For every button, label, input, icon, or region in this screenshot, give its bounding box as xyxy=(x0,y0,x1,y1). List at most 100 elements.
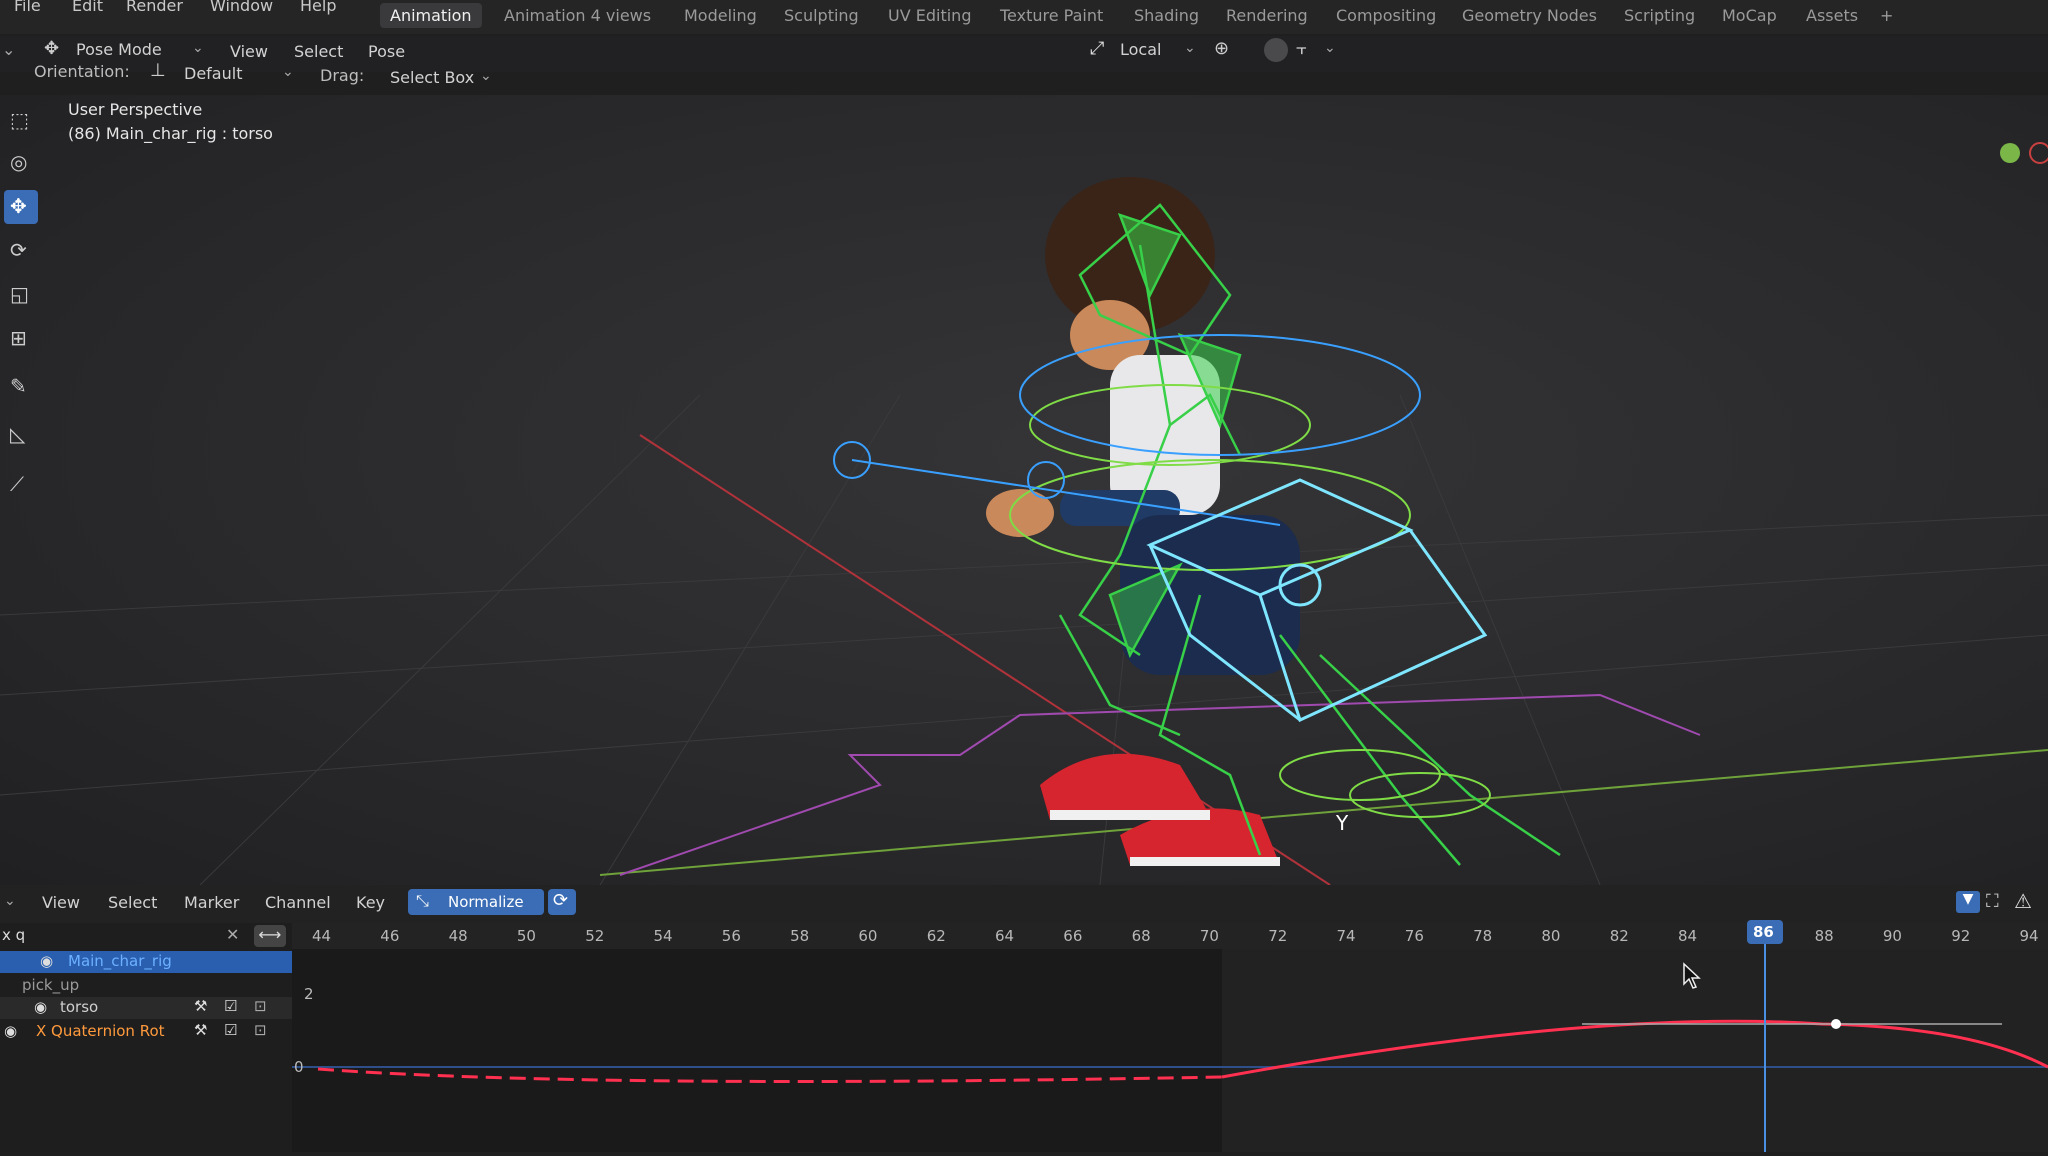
frame-tick-44: 44 xyxy=(312,927,332,945)
channel-row-main-char-rig[interactable]: ◉ Main_char_rig xyxy=(0,951,292,973)
transform-space-selector[interactable]: Local xyxy=(1120,40,1161,59)
snap-icon[interactable] xyxy=(1264,38,1288,62)
channel-row-pick-up[interactable]: pick_up xyxy=(0,975,292,997)
3d-viewport[interactable]: Y xyxy=(0,95,2048,885)
channel-label: pick_up xyxy=(22,976,80,994)
frame-tick-48: 48 xyxy=(448,927,468,945)
scale-tool-button[interactable]: ◱ xyxy=(4,278,38,312)
workspace-tab-scripting[interactable]: Scripting xyxy=(1624,6,1695,25)
warning-icon[interactable]: ⚠ xyxy=(2014,889,2032,913)
channel-search-input[interactable]: x q xyxy=(2,926,25,944)
channel-list: x q ✕ ⟷ ◉ Main_char_rig pick_up ◉ torso … xyxy=(0,923,292,1152)
graph-menu-view[interactable]: View xyxy=(42,893,80,912)
navigation-gizmo-x-axis[interactable] xyxy=(2029,142,2048,164)
frame-tick-78: 78 xyxy=(1473,927,1493,945)
normalize-toggle[interactable]: ⤡ Normalize xyxy=(408,889,544,915)
rotate-tool-button[interactable]: ⟳ xyxy=(4,234,38,268)
drag-selector[interactable]: Select Box xyxy=(390,68,474,87)
wrench-icon[interactable]: ⚒ xyxy=(194,997,207,1015)
viewport-menu-pose[interactable]: Pose xyxy=(368,42,405,61)
frame-tick-82: 82 xyxy=(1609,927,1629,945)
orientation-selector[interactable]: Default xyxy=(184,64,242,83)
playhead[interactable] xyxy=(1764,928,1766,1152)
navigation-gizmo-y-axis[interactable] xyxy=(2000,143,2020,163)
frame-tick-68: 68 xyxy=(1131,927,1151,945)
frame-tick-62: 62 xyxy=(926,927,946,945)
cursor-tool-button[interactable]: ◎ xyxy=(4,146,38,180)
workspace-tab-rendering[interactable]: Rendering xyxy=(1226,6,1308,25)
channel-search-field[interactable]: x q ✕ xyxy=(0,925,250,947)
clear-search-icon[interactable]: ✕ xyxy=(226,925,239,944)
checkbox-icon[interactable]: ☑ xyxy=(224,1021,237,1039)
view-all-icon[interactable]: ⛶ xyxy=(1986,891,1999,912)
add-workspace-button[interactable]: + xyxy=(1880,6,1893,25)
orientation-icon: ⊥ xyxy=(150,60,166,81)
active-bone-text: (86) Main_char_rig : torso xyxy=(68,124,273,143)
eye-icon[interactable]: ◉ xyxy=(4,1022,17,1040)
graph-menu-marker[interactable]: Marker xyxy=(184,893,239,912)
viewport-menu-view[interactable]: View xyxy=(230,42,268,61)
chevron-down-icon: ⌄ xyxy=(282,64,294,80)
bone-tool-button[interactable]: ⟋ xyxy=(4,468,38,502)
eye-icon[interactable]: ◉ xyxy=(34,998,47,1016)
viewport-menu-select[interactable]: Select xyxy=(294,42,343,61)
editor-type-icon[interactable]: ⌄ xyxy=(2,40,15,59)
menu-edit[interactable]: Edit xyxy=(72,0,103,15)
swap-icon[interactable]: ⟷ xyxy=(254,925,286,947)
menu-file[interactable]: File xyxy=(14,0,41,15)
curve-canvas[interactable]: 2 0 xyxy=(292,949,2048,1152)
menu-help[interactable]: Help xyxy=(300,0,336,15)
workspace-tab-compositing[interactable]: Compositing xyxy=(1336,6,1436,25)
chevron-down-icon: ⌄ xyxy=(192,40,204,56)
lock-icon[interactable]: ⊡ xyxy=(254,1021,267,1039)
workspace-tab-assets[interactable]: Assets xyxy=(1806,6,1858,25)
axis-y-label: Y xyxy=(1335,811,1349,835)
curve-area[interactable]: 2 0 xyxy=(292,949,2048,1152)
keyframe-point[interactable] xyxy=(1831,1019,1841,1029)
pivot-point-icon[interactable]: ⊕ xyxy=(1214,38,1229,59)
graph-future-region xyxy=(1222,949,2048,1152)
chevron-down-icon[interactable]: ⌄ xyxy=(4,893,16,909)
annotate-tool-button[interactable]: ✎ xyxy=(4,370,38,404)
eye-icon[interactable]: ◉ xyxy=(40,952,53,970)
graph-menu-channel[interactable]: Channel xyxy=(265,893,331,912)
menu-window[interactable]: Window xyxy=(210,0,273,15)
workspace-tab-modeling[interactable]: Modeling xyxy=(684,6,757,25)
workspace-tab-mocap[interactable]: MoCap xyxy=(1722,6,1777,25)
mode-selector[interactable]: Pose Mode xyxy=(76,40,162,59)
workspace-tab-uv-editing[interactable]: UV Editing xyxy=(888,6,971,25)
cursor-icon: ⬚ xyxy=(10,108,29,132)
channel-row-x-quaternion-rotation[interactable]: ◉ X Quaternion Rot ⚒ ☑ ⊡ xyxy=(0,1021,292,1043)
bone-icon: ⟋ xyxy=(10,472,24,496)
frame-tick-66: 66 xyxy=(1063,927,1083,945)
workspace-tab-sculpting[interactable]: Sculpting xyxy=(784,6,859,25)
workspace-tab-animation[interactable]: Animation xyxy=(380,3,482,28)
select-tool-button[interactable]: ⬚ xyxy=(4,104,38,138)
wrench-icon[interactable]: ⚒ xyxy=(194,1021,207,1039)
current-frame-indicator[interactable]: 86 xyxy=(1747,920,1783,944)
channel-row-torso[interactable]: ◉ torso ⚒ ☑ ⊡ xyxy=(0,997,292,1019)
menu-render[interactable]: Render xyxy=(126,0,183,15)
transform-tool-button[interactable]: ⊞ xyxy=(4,322,38,356)
frame-ruler[interactable]: 44 46 48 50 52 54 56 58 60 62 64 66 68 70 72 74 76 78 80 82… xyxy=(292,923,2048,949)
chevron-down-icon: ⌄ xyxy=(1184,40,1196,56)
workspace-tab-texture-paint[interactable]: Texture Paint xyxy=(1000,6,1103,25)
auto-normalize-button[interactable]: ⟳ xyxy=(548,889,576,915)
tool-shelf: ⬚ ◎ ✥ ⟳ ◱ ⊞ ✎ ◺ ⟋ xyxy=(0,100,44,520)
lock-icon[interactable]: ⊡ xyxy=(254,997,267,1015)
measure-tool-button[interactable]: ◺ xyxy=(4,418,38,452)
graph-menu-select[interactable]: Select xyxy=(108,893,157,912)
graph-menu-key[interactable]: Key xyxy=(356,893,385,912)
frame-tick-80: 80 xyxy=(1541,927,1561,945)
workspace-tab-animation-4-views[interactable]: Animation 4 views xyxy=(504,6,651,25)
frame-tick-52: 52 xyxy=(585,927,605,945)
filter-icon[interactable]: ▼ xyxy=(1956,891,1980,913)
workspace-tab-geometry-nodes[interactable]: Geometry Nodes xyxy=(1462,6,1597,25)
move-tool-button[interactable]: ✥ xyxy=(4,190,38,224)
proportional-edit-icon[interactable]: ⫟ xyxy=(1296,38,1307,59)
checkbox-icon[interactable]: ☑ xyxy=(224,997,237,1015)
graph-y-label-top: 2 xyxy=(304,985,314,1003)
view-name-text: User Perspective xyxy=(68,100,203,119)
workspace-tab-shading[interactable]: Shading xyxy=(1134,6,1199,25)
pencil-icon: ✎ xyxy=(10,374,27,398)
